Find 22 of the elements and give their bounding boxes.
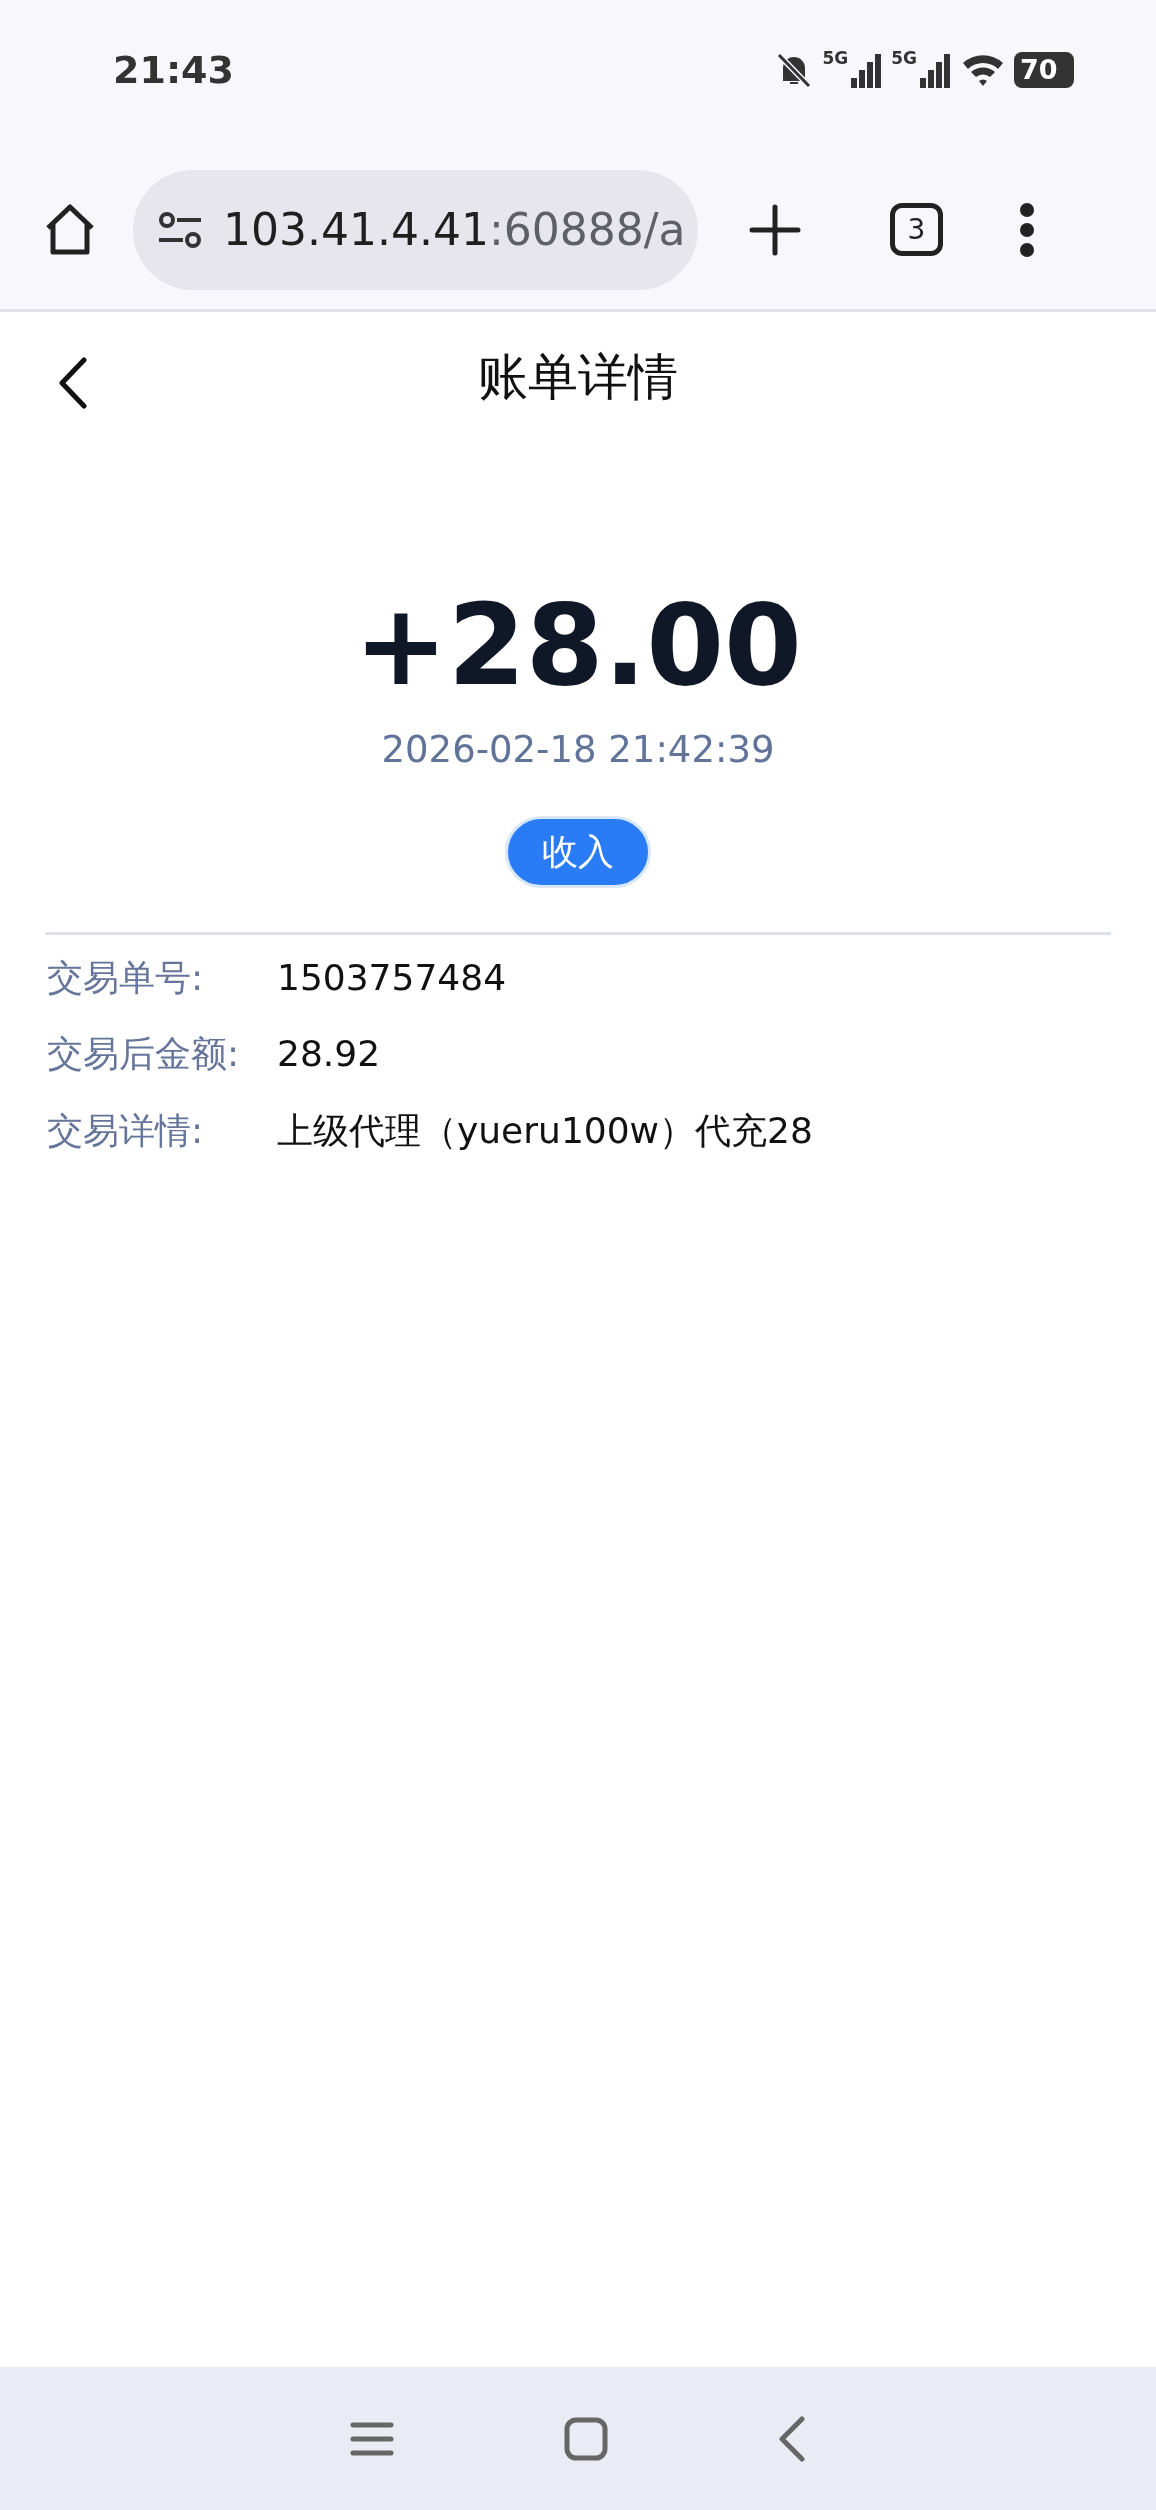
back-icon[interactable] (58, 357, 88, 409)
network-label: 5G (891, 50, 917, 67)
detail-value: 28.92 (277, 1032, 381, 1077)
more-menu-icon[interactable] (1019, 201, 1035, 258)
detail-label: 交易后金额: (47, 1032, 241, 1077)
detail-label: 交易详情: (47, 1108, 205, 1153)
network-label: 5G (822, 50, 849, 67)
transaction-time: 2026-02-18 21:42:39 (380, 727, 776, 774)
page-title: 账单详情 (478, 346, 678, 408)
type-tag: 收入 (505, 815, 651, 888)
detail-label: 交易单号: (47, 955, 205, 1000)
detail-value: 上级代理（yueru100w）代充28 (277, 1108, 813, 1153)
tab-count-button[interactable]: 3 (890, 203, 943, 256)
new-tab-icon[interactable] (748, 202, 802, 257)
clock-time: 21:43 (113, 46, 234, 94)
detail-value: 1503757484 (277, 955, 507, 1000)
home-button-icon[interactable] (564, 2416, 608, 2461)
amount: +28.00 (352, 579, 804, 712)
battery-level: 70 (1014, 52, 1074, 88)
address-bar[interactable]: 103.41.4.41:60888/a (133, 169, 698, 290)
site-settings-icon (157, 209, 203, 250)
url-text: 103.41.4.41:60888/a (223, 202, 686, 257)
